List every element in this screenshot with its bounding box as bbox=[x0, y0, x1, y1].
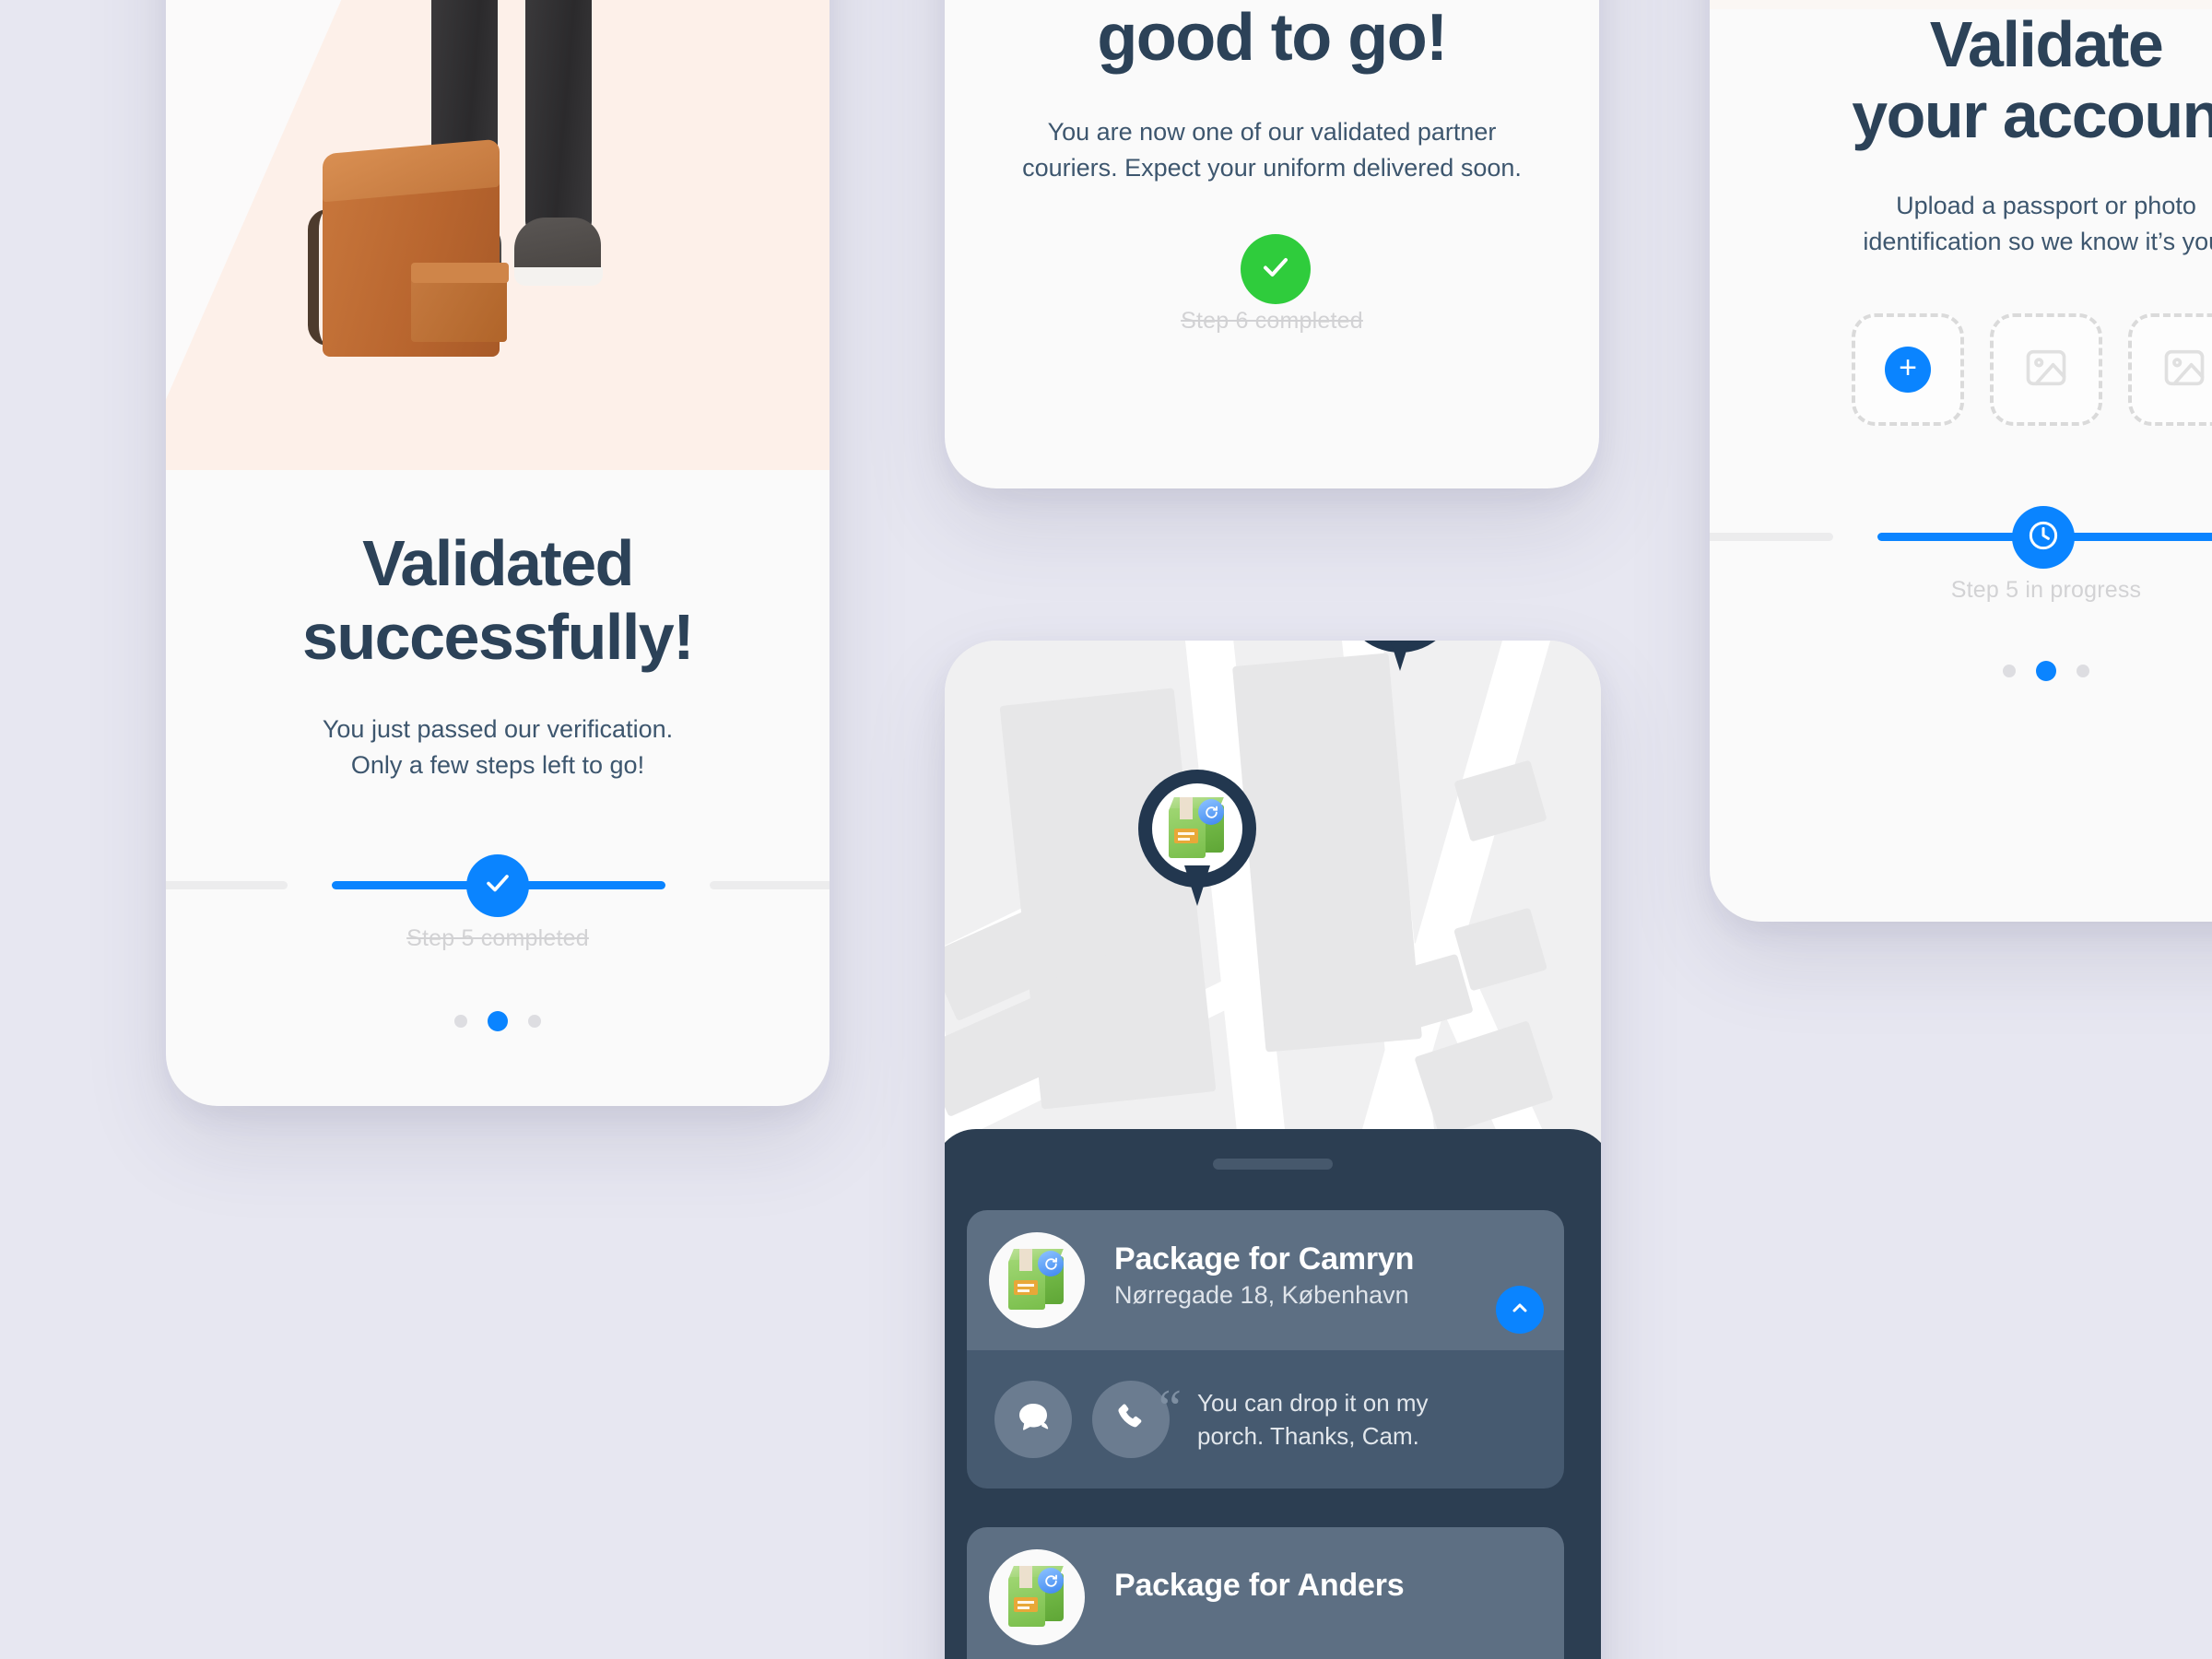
card-body-line-2: Only a few steps left to go! bbox=[350, 750, 645, 779]
image-placeholder-icon bbox=[2160, 344, 2208, 396]
package-message: “ You can drop it on my porch. Thanks, C… bbox=[1159, 1382, 1429, 1453]
drag-handle[interactable] bbox=[1213, 1159, 1333, 1170]
map-pin-package-upper[interactable] bbox=[1341, 641, 1459, 673]
package-box-icon bbox=[1006, 1249, 1067, 1312]
card-good-to-go: good to go! You are now one of our valid… bbox=[945, 0, 1599, 488]
delivery-backpack bbox=[308, 138, 511, 357]
map-pin-disc bbox=[1152, 783, 1242, 874]
validate-title-line-1: Validate bbox=[1929, 8, 2164, 80]
collapse-button[interactable] bbox=[1496, 1286, 1544, 1334]
package-title: Package for Anders bbox=[1114, 1568, 1405, 1603]
package-box-icon bbox=[1167, 797, 1228, 860]
upload-slot-empty-1[interactable] bbox=[1990, 313, 2102, 427]
package-avatar bbox=[989, 1549, 1085, 1645]
card-validate-your-account: Validate your account Upload a passport … bbox=[1710, 0, 2212, 922]
check-icon bbox=[482, 867, 513, 903]
progress-rail-in-progress bbox=[1710, 492, 2212, 577]
success-check-badge[interactable] bbox=[1241, 234, 1311, 305]
package-card-camryn[interactable]: Package for Camryn Nørregade 18, Københa… bbox=[967, 1210, 1564, 1350]
progress-knob-check[interactable] bbox=[466, 853, 529, 917]
card-body-line-1: You just passed our verification. bbox=[322, 714, 674, 743]
package-box-icon bbox=[1006, 1566, 1067, 1629]
pagination-dots[interactable] bbox=[166, 1010, 830, 1031]
step-status-label-in-progress: Step 5 in progress bbox=[1950, 577, 2142, 604]
card-map-delivery: Package for Camryn Nørregade 18, Københa… bbox=[945, 641, 1601, 1659]
package-card-anders[interactable]: Package for Anders bbox=[967, 1527, 1564, 1659]
good-to-go-body-line-1: You are now one of our validated partner bbox=[1047, 118, 1497, 147]
bottom-sheet: Package for Camryn Nørregade 18, Københa… bbox=[945, 1129, 1601, 1659]
progress-segment-next bbox=[710, 880, 830, 889]
pagination-dot-1[interactable] bbox=[454, 1014, 467, 1028]
upload-slots: + bbox=[1710, 313, 2212, 427]
pagination-dot-3[interactable] bbox=[528, 1014, 541, 1028]
good-to-go-title: good to go! bbox=[1097, 1, 1448, 75]
phone-icon bbox=[1113, 1400, 1148, 1440]
progress-rail bbox=[166, 841, 830, 925]
check-circle-icon bbox=[1258, 250, 1293, 289]
plus-icon[interactable]: + bbox=[1885, 347, 1931, 394]
pagination-dot-2[interactable] bbox=[2036, 661, 2056, 682]
progress-knob-clock[interactable] bbox=[2012, 506, 2075, 570]
upload-slot-empty-2[interactable] bbox=[2128, 313, 2212, 427]
package-message-row: “ You can drop it on my porch. Thanks, C… bbox=[967, 1350, 1564, 1488]
progress-rail-completed bbox=[945, 230, 1599, 315]
card-validated-successfully: Validated successfully! You just passed … bbox=[166, 0, 830, 1106]
chat-bubble-icon bbox=[1015, 1399, 1052, 1441]
image-placeholder-icon bbox=[2022, 344, 2070, 396]
pagination-dots[interactable] bbox=[1710, 661, 2212, 682]
validate-title-line-2: your account bbox=[1852, 79, 2212, 151]
upload-slot-add[interactable]: + bbox=[1852, 313, 1964, 427]
map-pin-package-lower[interactable] bbox=[1138, 770, 1256, 908]
package-message-line-1: You can drop it on my bbox=[1197, 1388, 1429, 1417]
progress-segment-previous bbox=[166, 880, 288, 889]
package-address: Nørregade 18, København bbox=[1114, 1281, 1409, 1309]
progress-segment-previous bbox=[1710, 533, 1833, 542]
pagination-dot-3[interactable] bbox=[2077, 665, 2089, 678]
package-title: Package for Camryn bbox=[1114, 1241, 1415, 1277]
package-message-line-2: porch. Thanks, Cam. bbox=[1197, 1422, 1419, 1450]
pagination-dot-1[interactable] bbox=[2003, 665, 2016, 678]
good-to-go-body-line-2: couriers. Expect your uniform delivered … bbox=[1022, 154, 1522, 182]
validate-body-line-2: identification so we know it’s you. bbox=[1863, 228, 2212, 256]
package-avatar bbox=[989, 1232, 1085, 1328]
chevron-up-icon bbox=[1509, 1297, 1531, 1324]
map-block bbox=[1232, 653, 1422, 1053]
validate-body-line-1: Upload a passport or photo bbox=[1896, 192, 2196, 219]
courier-leg-right bbox=[525, 0, 592, 236]
courier-sole-right bbox=[514, 267, 603, 286]
clock-icon bbox=[2026, 518, 2061, 558]
step-status-label: Step 5 completed bbox=[406, 924, 589, 951]
pagination-dot-2[interactable] bbox=[488, 1010, 508, 1031]
page-title: Validated successfully! bbox=[301, 527, 695, 673]
quote-icon: “ bbox=[1159, 1379, 1182, 1437]
backpack-flap bbox=[411, 263, 509, 283]
courier-illustration bbox=[166, 0, 830, 470]
message-button[interactable] bbox=[994, 1381, 1072, 1458]
